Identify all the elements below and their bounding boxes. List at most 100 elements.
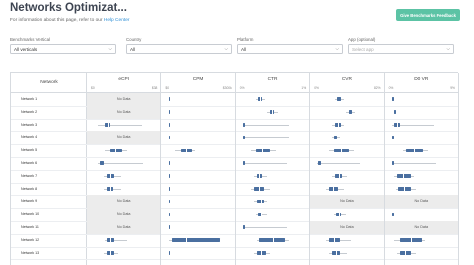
no-data-label: No Data (414, 199, 429, 204)
no-data-cell: No Data (310, 221, 384, 234)
range-bar[interactable] (348, 110, 353, 114)
range-bar[interactable] (243, 122, 245, 127)
filter-platform-label: Platform (237, 37, 254, 42)
benchmark-cell (236, 170, 309, 183)
range-bar[interactable] (318, 161, 322, 165)
platform-select[interactable]: All ⌵ (237, 44, 343, 54)
page-title: Networks Optimizat... (10, 2, 127, 14)
metric-column-header[interactable]: D0 VR 0% 9% (384, 73, 458, 93)
median-marker (341, 148, 342, 153)
range-bar[interactable] (337, 97, 342, 101)
median-marker (107, 122, 109, 127)
metric-axis-max: $300k (222, 86, 232, 90)
filter-platform: Platform All ⌵ (237, 37, 343, 54)
median-marker (396, 122, 398, 127)
range-bar[interactable] (243, 135, 245, 140)
metric-column-header[interactable]: CVR 0% 82% (310, 73, 384, 93)
chevron-down-icon: ⌵ (224, 45, 228, 51)
benchmark-cell (161, 131, 234, 144)
info-line: For information about this page, refer t… (10, 18, 129, 23)
benchmark-cell (310, 170, 383, 183)
no-data-label: No Data (116, 135, 131, 140)
benchmark-cell (385, 208, 458, 221)
median-marker (338, 212, 340, 217)
metric-column-d0-vr: D0 VR 0% 9% No Data No Data (384, 73, 459, 265)
benchmark-cell (87, 183, 160, 196)
benchmark-cell (236, 234, 309, 247)
range-bar[interactable] (255, 148, 270, 153)
benchmarks-table: Network Network 1 Network 2 Network 3 Netwo… (10, 72, 459, 265)
benchmark-cell (236, 208, 309, 221)
benchmark-cell (236, 144, 309, 157)
no-data-cell: No Data (384, 221, 458, 234)
benchmark-cell (161, 247, 234, 260)
median-marker (410, 238, 412, 242)
metric-name: eCPI (118, 77, 130, 82)
median-marker (403, 174, 404, 178)
benchmark-cell (385, 131, 458, 144)
range-whisker (392, 163, 436, 164)
range-bar[interactable] (172, 238, 221, 242)
filter-vertical: Benchmarks Vertical All verticals ⌵ (10, 37, 116, 54)
no-data-cell: No Data (310, 195, 384, 209)
vertical-select-value: All verticals (14, 46, 38, 52)
benchmark-cell (310, 106, 383, 119)
vertical-select[interactable]: All verticals ⌵ (10, 44, 116, 54)
filter-country: Country All ⌵ (126, 37, 232, 54)
median-marker (333, 238, 335, 242)
median-marker (259, 97, 261, 101)
median-marker (271, 110, 273, 114)
no-data-label: No Data (116, 97, 131, 101)
range-bar[interactable] (333, 135, 338, 140)
metric-axis-min: $0 (165, 86, 170, 90)
network-row-label: Network 1 (21, 96, 38, 101)
metric-column-ctr: CTR 0% 1% (235, 73, 311, 265)
no-data-label: No Data (340, 225, 354, 229)
metric-column-header[interactable]: CPM $0 $300k (161, 73, 235, 93)
metric-column-header[interactable]: CTR 0% 1% (235, 73, 310, 93)
filter-country-label: Country (126, 37, 142, 42)
network-row-label: Network 12 (21, 237, 40, 242)
give-feedback-button[interactable]: Give Benchmarks Feedback (396, 9, 460, 21)
network-row-label: Network 6 (21, 160, 38, 165)
benchmark-cell (87, 157, 160, 170)
metric-column-cpm: CPM $0 $300k (161, 73, 236, 265)
range-whisker (243, 124, 289, 126)
range-bar[interactable] (392, 212, 394, 217)
benchmark-cell (310, 208, 383, 221)
benchmark-cell (385, 234, 458, 247)
network-row-label: Network 4 (21, 135, 38, 140)
network-row-label: Network 9 (21, 199, 38, 204)
help-center-link[interactable]: Help Center (104, 18, 130, 23)
no-data-label: No Data (116, 199, 131, 204)
range-bar[interactable] (243, 161, 245, 165)
chevron-down-icon: ⌵ (108, 45, 112, 51)
no-data-cell: No Data (87, 208, 161, 221)
median-marker (333, 186, 334, 191)
no-data-cell: No Data (87, 221, 161, 234)
metric-column-header[interactable]: eCPI $0 $38 (87, 73, 161, 93)
range-whisker (243, 137, 289, 138)
app-select[interactable]: Select app ⌵ (348, 44, 454, 54)
benchmark-cell (236, 131, 309, 144)
median-marker (109, 250, 111, 255)
metric-axis-min: 0% (314, 86, 319, 90)
chevron-down-icon: ⌵ (335, 45, 339, 51)
no-data-cell: No Data (87, 131, 161, 145)
range-bar[interactable] (100, 161, 105, 165)
median-marker (414, 148, 415, 153)
country-select[interactable]: All ⌵ (126, 44, 232, 54)
network-row-label: Network 2 (21, 109, 38, 114)
range-bar[interactable] (392, 135, 394, 140)
range-bar[interactable] (393, 110, 396, 114)
range-bar[interactable] (110, 148, 123, 153)
benchmark-cell (310, 234, 383, 247)
no-data-label: No Data (340, 199, 354, 204)
app-select-placeholder: Select app (352, 46, 374, 52)
network-row-label: Network 7 (21, 173, 38, 178)
metric-name: D0 VR (414, 77, 429, 82)
median-marker (338, 122, 339, 127)
benchmark-cell (310, 93, 383, 106)
range-bar[interactable] (243, 225, 245, 229)
range-bar[interactable] (392, 97, 394, 101)
